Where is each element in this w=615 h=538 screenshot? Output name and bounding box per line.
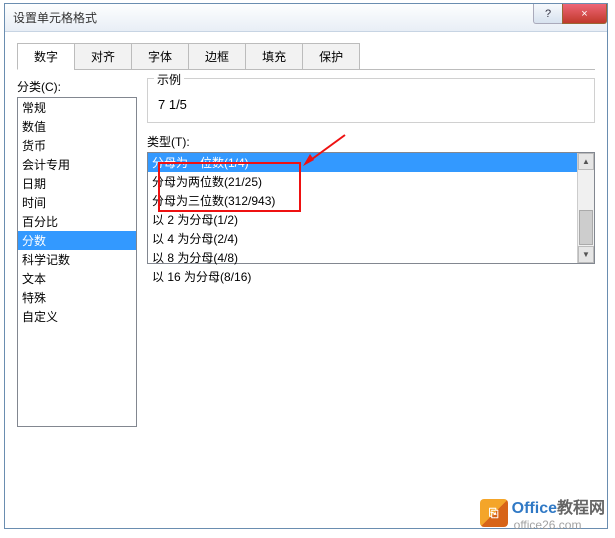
tab-fill[interactable]: 填充 bbox=[245, 43, 303, 70]
watermark-sub: office26.com bbox=[514, 518, 605, 532]
type-item[interactable]: 以 8 为分母(4/8) bbox=[148, 248, 577, 267]
tab-font[interactable]: 字体 bbox=[131, 43, 189, 70]
tabstrip: 数字 对齐 字体 边框 填充 保护 bbox=[17, 42, 595, 70]
watermark-logo-icon: ⎘ bbox=[480, 499, 508, 527]
type-list[interactable]: 分母为一位数(1/4) 分母为两位数(21/25) 分母为三位数(312/943… bbox=[147, 152, 595, 264]
window-controls: ? × bbox=[534, 4, 607, 24]
watermark-suffix: 教程网 bbox=[557, 500, 605, 517]
scroll-up-icon[interactable]: ▲ bbox=[578, 153, 594, 170]
detail-column: 示例 7 1/5 类型(T): 分母为一位数(1/4) 分母为两位数(21/25… bbox=[147, 78, 595, 478]
category-label: 分类(C): bbox=[17, 78, 137, 95]
tab-protection[interactable]: 保护 bbox=[302, 43, 360, 70]
watermark: ⎘ Office教程网 office26.com bbox=[480, 494, 605, 532]
example-title: 示例 bbox=[154, 71, 184, 88]
category-item[interactable]: 文本 bbox=[18, 269, 136, 288]
dialog-content: 数字 对齐 字体 边框 填充 保护 分类(C): 常规 数值 货币 会计专用 日… bbox=[5, 32, 607, 488]
dialog-window: 设置单元格格式 ? × 数字 对齐 字体 边框 填充 保护 分类(C): 常规 … bbox=[4, 3, 608, 529]
category-item[interactable]: 会计专用 bbox=[18, 155, 136, 174]
example-box: 示例 7 1/5 bbox=[147, 78, 595, 123]
category-item[interactable]: 数值 bbox=[18, 117, 136, 136]
type-item[interactable]: 以 4 为分母(2/4) bbox=[148, 229, 577, 248]
category-item[interactable]: 自定义 bbox=[18, 307, 136, 326]
close-button[interactable]: × bbox=[562, 4, 607, 24]
type-item-selected[interactable]: 分母为一位数(1/4) bbox=[148, 153, 577, 172]
type-items: 分母为一位数(1/4) 分母为两位数(21/25) 分母为三位数(312/943… bbox=[148, 153, 577, 263]
category-column: 分类(C): 常规 数值 货币 会计专用 日期 时间 百分比 分数 科学记数 文… bbox=[17, 78, 137, 478]
watermark-brand: Office bbox=[512, 500, 557, 517]
type-label: 类型(T): bbox=[147, 133, 595, 150]
category-item[interactable]: 特殊 bbox=[18, 288, 136, 307]
category-item[interactable]: 常规 bbox=[18, 98, 136, 117]
tab-border[interactable]: 边框 bbox=[188, 43, 246, 70]
type-item[interactable]: 以 2 为分母(1/2) bbox=[148, 210, 577, 229]
scroll-track[interactable] bbox=[578, 170, 594, 209]
tab-number[interactable]: 数字 bbox=[17, 43, 75, 70]
help-button[interactable]: ? bbox=[533, 4, 563, 24]
category-item-selected[interactable]: 分数 bbox=[18, 231, 136, 250]
category-item[interactable]: 时间 bbox=[18, 193, 136, 212]
window-title: 设置单元格格式 bbox=[13, 9, 97, 26]
scroll-thumb[interactable] bbox=[579, 210, 593, 245]
scroll-down-icon[interactable]: ▼ bbox=[578, 246, 594, 263]
watermark-text: Office教程网 office26.com bbox=[512, 494, 605, 532]
example-value: 7 1/5 bbox=[158, 97, 584, 112]
titlebar: 设置单元格格式 ? × bbox=[5, 4, 607, 32]
category-list[interactable]: 常规 数值 货币 会计专用 日期 时间 百分比 分数 科学记数 文本 特殊 自定… bbox=[17, 97, 137, 427]
category-item[interactable]: 科学记数 bbox=[18, 250, 136, 269]
type-item[interactable]: 以 16 为分母(8/16) bbox=[148, 267, 577, 286]
dialog-body: 分类(C): 常规 数值 货币 会计专用 日期 时间 百分比 分数 科学记数 文… bbox=[17, 78, 595, 478]
type-item[interactable]: 分母为三位数(312/943) bbox=[148, 191, 577, 210]
category-item[interactable]: 百分比 bbox=[18, 212, 136, 231]
category-item[interactable]: 日期 bbox=[18, 174, 136, 193]
type-item[interactable]: 分母为两位数(21/25) bbox=[148, 172, 577, 191]
category-item[interactable]: 货币 bbox=[18, 136, 136, 155]
scrollbar[interactable]: ▲ ▼ bbox=[577, 153, 594, 263]
tab-alignment[interactable]: 对齐 bbox=[74, 43, 132, 70]
